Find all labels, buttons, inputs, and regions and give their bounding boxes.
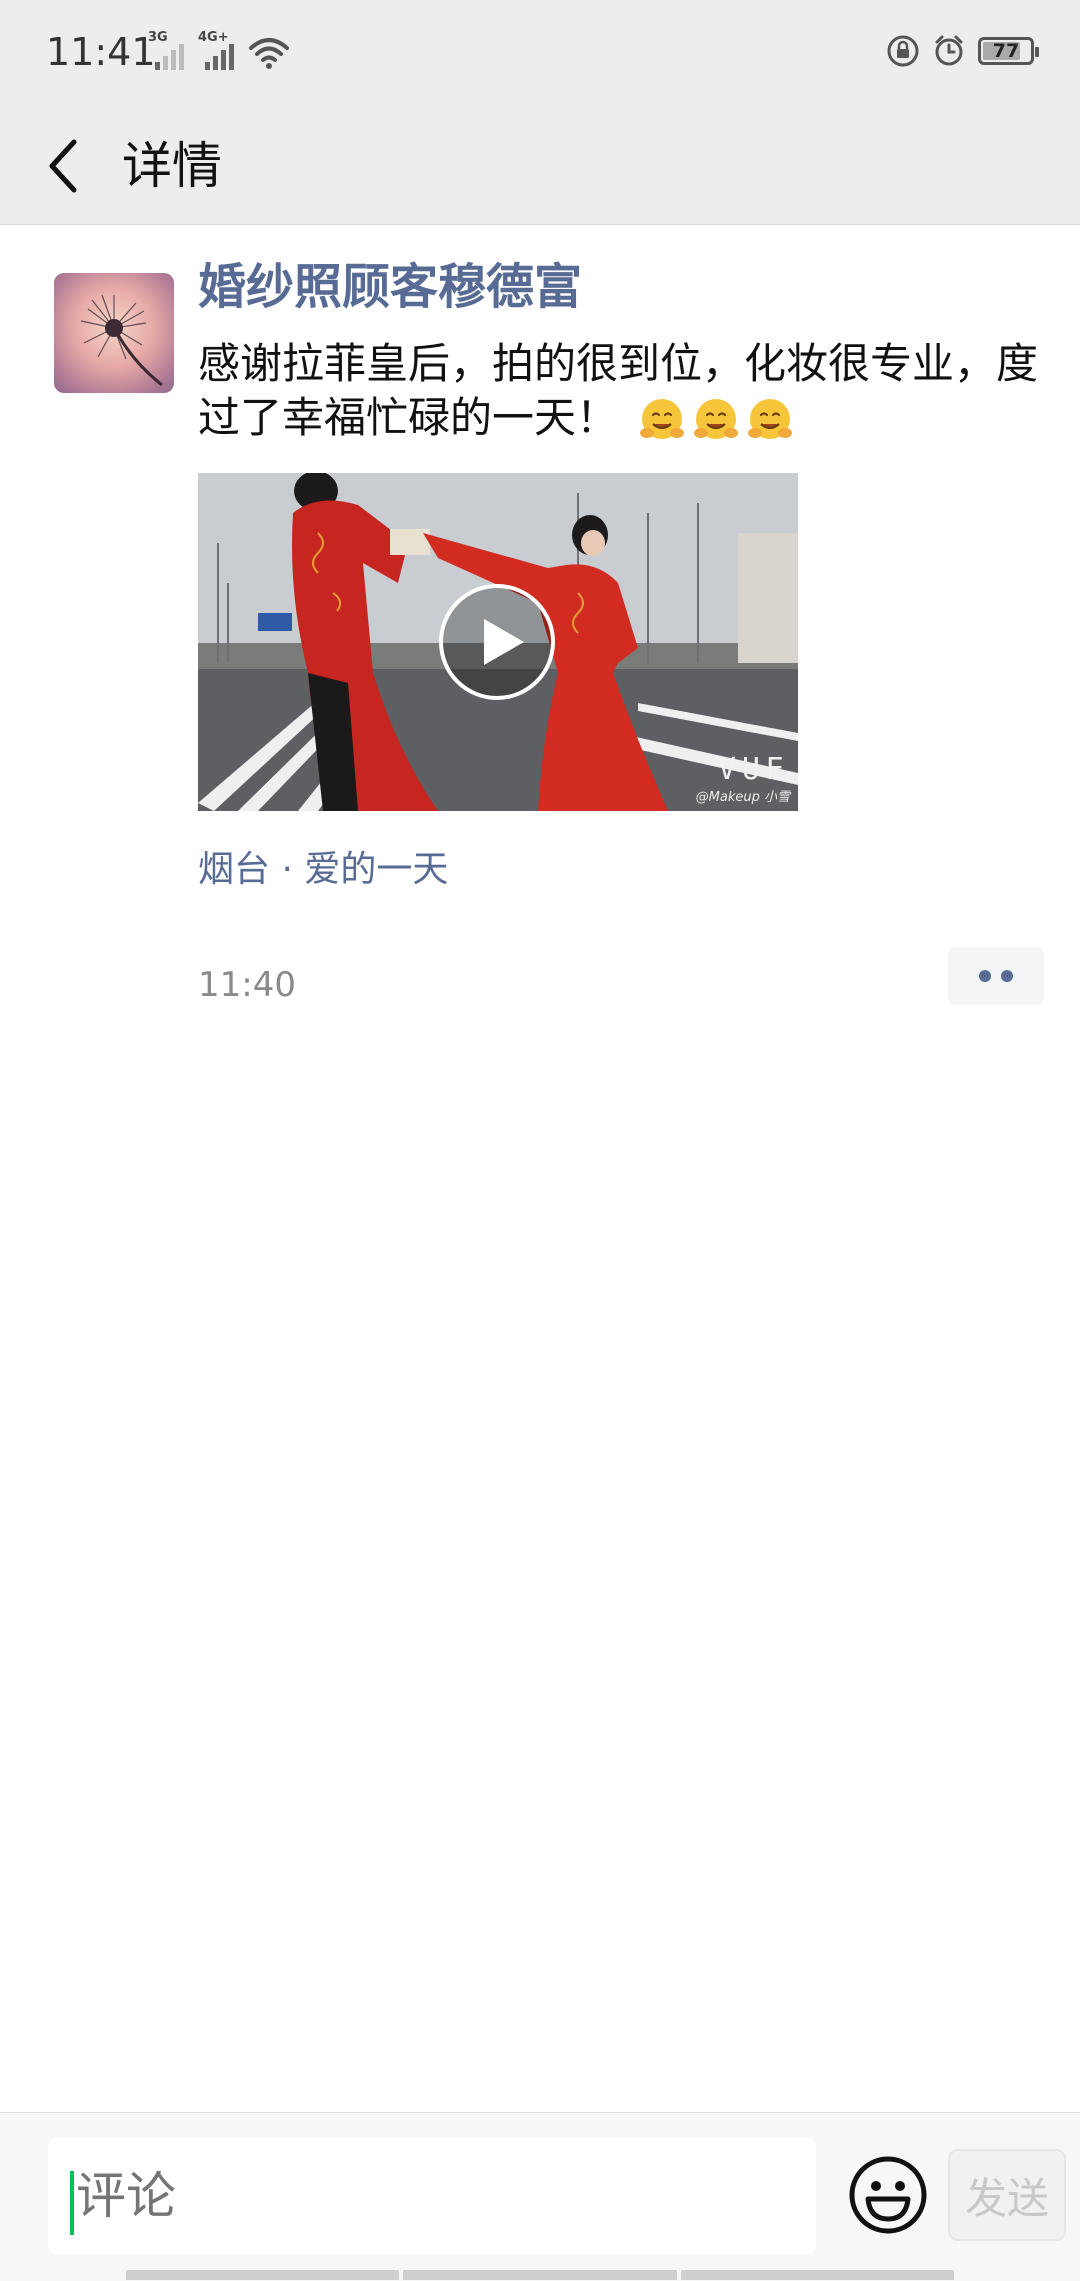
page-title: 详情: [122, 137, 222, 195]
hugging-face-emoji: [640, 398, 685, 439]
status-bar: 11:41 3G 4G+ 77: [0, 0, 1080, 110]
video-thumbnail[interactable]: VUE @Makeup 小雪: [198, 473, 798, 811]
emoji-row: [637, 396, 795, 446]
hugging-face-emoji: [694, 398, 739, 439]
status-time: 11:41: [46, 30, 156, 74]
smiley-icon[interactable]: [848, 2155, 928, 2235]
location-link[interactable]: 烟台 · 爱的一天: [198, 845, 448, 895]
rotation-lock-icon: [887, 35, 919, 67]
author-name[interactable]: 婚纱照顾客穆德富: [198, 255, 582, 319]
text-caret: [70, 2171, 74, 2235]
chevron-left-icon: [49, 139, 77, 193]
post-text-container: 感谢拉菲皇后，拍的很到位，化妆很专业，度过了幸福忙碌的一天！: [198, 337, 1038, 446]
video-watermark-sub: @Makeup 小雪: [695, 790, 790, 805]
status-right-group: 77: [886, 34, 1039, 68]
post-text: 感谢拉菲皇后，拍的很到位，化妆很专业，度过了幸福忙碌的一天！: [198, 339, 1039, 442]
more-dots-icon: [1001, 970, 1013, 982]
alarm-icon: [935, 35, 963, 66]
battery-level: 77: [992, 40, 1020, 62]
hugging-face-emoji: [748, 398, 793, 439]
home-indicator: [126, 2270, 954, 2280]
avatar[interactable]: [54, 273, 174, 393]
comment-bar: 发送: [0, 2112, 1080, 2281]
signal-3g-icon: 3G: [148, 30, 184, 70]
battery-icon: 77: [978, 37, 1039, 65]
video-watermark: VUE: [717, 752, 790, 787]
more-dots-button[interactable]: [948, 947, 1044, 1005]
send-button[interactable]: 发送: [948, 2149, 1066, 2241]
network-label-4g: 4G+: [198, 30, 229, 45]
more-dots-icon: [979, 970, 991, 982]
play-icon[interactable]: [438, 583, 556, 701]
navigation-bar: 详情: [0, 110, 1080, 225]
signal-group: 3G 4G+: [148, 30, 290, 70]
comment-input[interactable]: [48, 2137, 816, 2255]
back-button[interactable]: [28, 128, 100, 204]
dandelion-avatar-image: [80, 294, 163, 387]
signal-4g-icon: 4G+: [198, 30, 234, 70]
network-label-3g: 3G: [148, 30, 168, 45]
wifi-icon: [249, 38, 289, 69]
post-time: 11:40: [198, 965, 296, 1005]
